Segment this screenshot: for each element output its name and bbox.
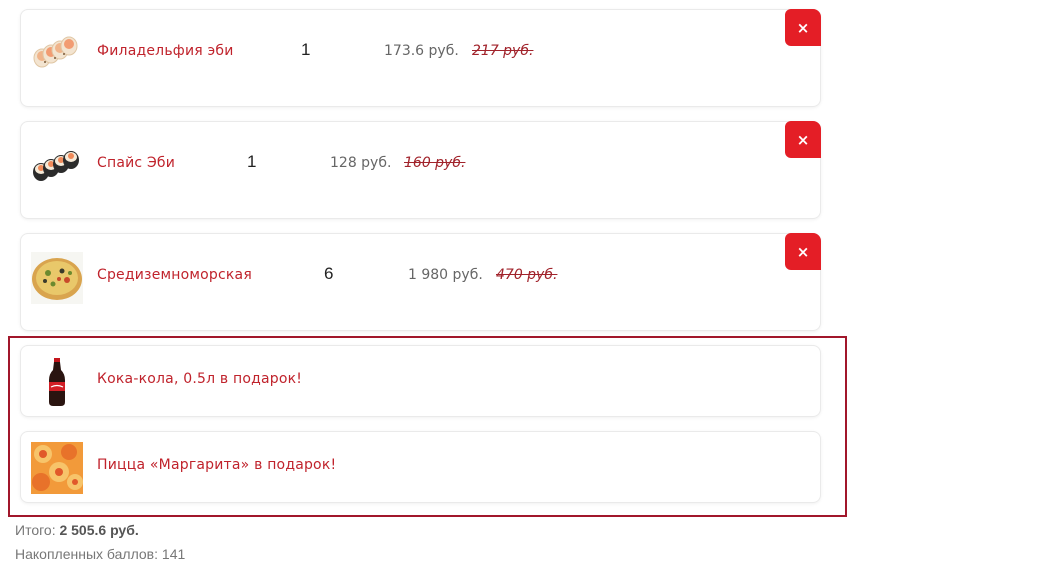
remove-item-button[interactable]: × <box>785 9 821 46</box>
item-name[interactable]: Спайс Эби <box>97 155 175 171</box>
cola-bottle-icon <box>49 358 65 406</box>
item-old-price: 160 руб. <box>404 155 466 171</box>
points-label: Накопленных баллов: <box>15 546 159 562</box>
close-icon: × <box>796 242 810 261</box>
points-value: 141 <box>161 546 186 562</box>
gift-item: Пицца «Маргарита» в подарок! <box>20 431 821 503</box>
item-old-price: 217 руб. <box>472 43 534 59</box>
cart-item: Филадельфия эби 1 173.6 руб. 217 руб. × <box>20 9 821 107</box>
cart-item: Средиземноморская 6 1 980 руб. 470 руб. … <box>20 233 821 331</box>
cart-item: Спайс Эби 1 128 руб. 160 руб. × <box>20 121 821 219</box>
remove-item-button[interactable]: × <box>785 233 821 270</box>
item-name[interactable]: Филадельфия эби <box>97 43 234 59</box>
item-quantity: 6 <box>324 264 334 283</box>
pizza-margherita-icon <box>31 442 83 494</box>
item-price: 1 980 руб. <box>408 267 483 283</box>
sushi-roll-philadelphia-icon <box>33 36 78 68</box>
order-total: Итого: 2 505.6 руб. <box>15 522 139 538</box>
item-quantity: 1 <box>301 40 311 59</box>
sushi-roll-spice-icon <box>33 151 79 181</box>
item-price: 128 руб. <box>330 155 392 171</box>
item-name[interactable]: Средиземноморская <box>97 267 252 283</box>
item-old-price: 470 руб. <box>496 267 558 283</box>
total-value: 2 505.6 руб. <box>59 522 139 538</box>
pizza-icon <box>31 252 83 304</box>
close-icon: × <box>796 130 810 149</box>
gift-name: Кока-кола, 0.5л в подарок! <box>97 371 303 387</box>
item-price: 173.6 руб. <box>384 43 459 59</box>
total-label: Итого: <box>15 522 56 538</box>
cart: Филадельфия эби 1 173.6 руб. 217 руб. × <box>0 0 1049 581</box>
remove-item-button[interactable]: × <box>785 121 821 158</box>
bonus-points: Накопленных баллов: 141 <box>15 546 185 562</box>
close-icon: × <box>796 18 810 37</box>
item-quantity: 1 <box>247 152 257 171</box>
gift-item: Кока-кола, 0.5л в подарок! <box>20 345 821 417</box>
gift-name: Пицца «Маргарита» в подарок! <box>97 457 337 473</box>
